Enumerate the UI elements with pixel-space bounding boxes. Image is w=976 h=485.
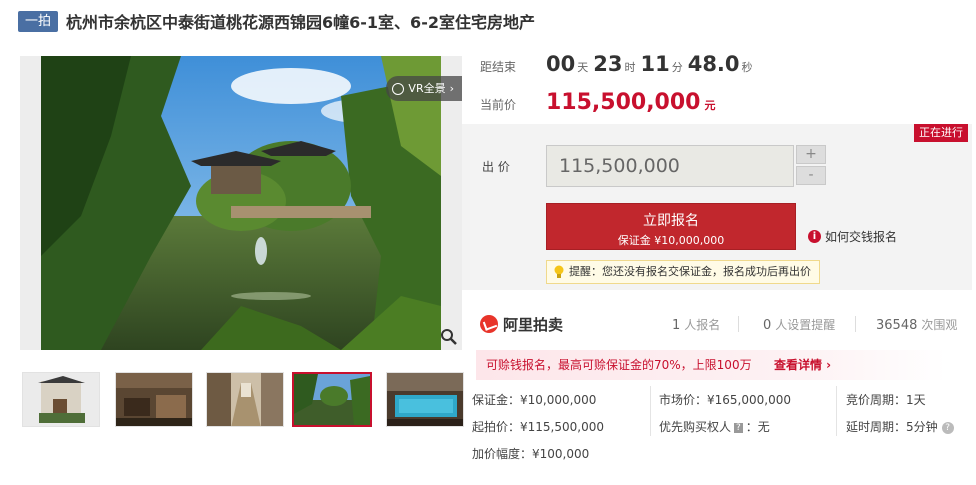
countdown-hours: 23 [593, 52, 623, 76]
ali-auction-logo: 阿里拍卖 [480, 314, 563, 335]
divider [836, 386, 837, 436]
bid-panel: 正在进行 出 价 115,500,000 + - 立即报名 保证金 ¥10,00… [462, 124, 972, 290]
signup-label: 立即报名 [643, 213, 699, 229]
signup-count-num: 1 [672, 318, 681, 333]
thumbnail-indoor-pool[interactable] [386, 372, 464, 427]
howto-label: 如何交钱报名 [825, 230, 898, 244]
current-price-label: 当前价 [480, 98, 517, 112]
bid-decrease-button[interactable]: - [796, 166, 826, 185]
zoom-icon[interactable] [440, 328, 458, 346]
lightbulb-icon [554, 265, 564, 278]
priority-buyer: 优先购买权人? ：无 [659, 418, 770, 435]
howto-pay-link[interactable]: i 如何交钱报名 [808, 228, 897, 245]
promo-text: 可赊钱报名，最高可赊保证金的70%，上限100万 [486, 358, 752, 372]
ali-logo-icon [480, 315, 498, 333]
current-price-value: 115,500,000 [546, 90, 701, 115]
current-price-row: 当前价 115,500,000 元 [480, 90, 715, 115]
divider [855, 316, 856, 332]
priority-help-tag[interactable]: ? [734, 422, 743, 433]
countdown-label: 距结束 [480, 60, 517, 74]
minutes-unit: 分 [671, 61, 683, 74]
info-icon: i [808, 230, 821, 243]
view-count-label: 次围观 [921, 318, 958, 332]
countdown: 距结束 00 天 23 时 11 分 48.0 秒 [480, 52, 758, 76]
vr-label: VR全景 [408, 82, 446, 95]
signup-button[interactable]: 立即报名 保证金 ¥10,000,000 [546, 203, 796, 250]
status-badge: 正在进行 [914, 124, 968, 142]
auction-round-badge: 一拍 [18, 10, 59, 32]
thumbnail-villa-exterior[interactable] [22, 372, 100, 427]
deposit: 保证金：¥10,000,000 [472, 393, 597, 407]
signup-deposit: 保证金 ¥10,000,000 [617, 234, 725, 247]
help-icon[interactable]: ? [941, 421, 954, 434]
page-title: 杭州市余杭区中泰街道桃花源西锦园6幢6-1室、6-2室住宅房地产 [66, 13, 535, 32]
main-photo[interactable]: VR全景 › [20, 56, 462, 350]
thumbnail-garden-pond[interactable] [292, 372, 372, 427]
days-unit: 天 [577, 61, 589, 74]
hours-unit: 时 [624, 61, 636, 74]
reminder-notice: 提醒：您还没有报名交保证金，报名成功后再出价 [546, 260, 820, 284]
reminder-text: 提醒：您还没有报名交保证金，报名成功后再出价 [569, 265, 811, 278]
bid-increment: 加价幅度：¥100,000 [472, 447, 590, 461]
divider [650, 386, 651, 436]
seconds-unit: 秒 [741, 61, 753, 74]
brand-label: 阿里拍卖 [503, 315, 564, 334]
reminder-count: 0 人设置提醒 [763, 316, 835, 333]
countdown-seconds: 48.0 [687, 52, 740, 76]
view-count-num: 36548 [876, 318, 918, 333]
bid-label: 出 价 [482, 160, 510, 174]
chevron-right-icon: › [449, 82, 454, 95]
title-row: 一拍 杭州市余杭区中泰街道桃花源西锦园6幢6-1室、6-2室住宅房地产 [18, 8, 535, 34]
signup-count-label: 人报名 [684, 318, 721, 332]
thumbnail-hallway[interactable] [206, 372, 284, 427]
extension-period: 延时周期：5分钟? [846, 418, 954, 435]
countdown-minutes: 11 [640, 52, 670, 76]
market-price: 市场价：¥165,000,000 [659, 393, 791, 407]
extension-period-text: 延时周期：5分钟 [846, 420, 938, 434]
priority-buyer-value: ：无 [745, 420, 770, 434]
vr-icon [392, 82, 405, 95]
view-count: 36548 次围观 [876, 316, 957, 333]
reminder-count-num: 0 [763, 318, 772, 333]
reminder-count-label: 人设置提醒 [775, 318, 836, 332]
stats-row: 阿里拍卖 1 人报名 0 人设置提醒 36548 次围观 [462, 304, 972, 344]
countdown-days: 00 [546, 52, 576, 76]
vr-panorama-button[interactable]: VR全景 › [386, 76, 462, 101]
auction-period: 竞价周期：1天 [846, 393, 926, 407]
bid-amount-input[interactable]: 115,500,000 [546, 145, 794, 187]
priority-buyer-key: 优先购买权人 [659, 420, 732, 434]
divider [738, 316, 739, 332]
garden-pond-photo [41, 56, 441, 350]
view-details-link[interactable]: 查看详情 › [774, 350, 831, 380]
bid-increase-button[interactable]: + [796, 145, 826, 164]
signup-count: 1 人报名 [672, 316, 720, 333]
current-price-unit: 元 [704, 99, 716, 112]
credit-signup-promo: 可赊钱报名，最高可赊保证金的70%，上限100万 查看详情 › [476, 350, 946, 380]
starting-price: 起拍价：¥115,500,000 [472, 420, 604, 434]
thumbnail-interior-room[interactable] [115, 372, 193, 427]
